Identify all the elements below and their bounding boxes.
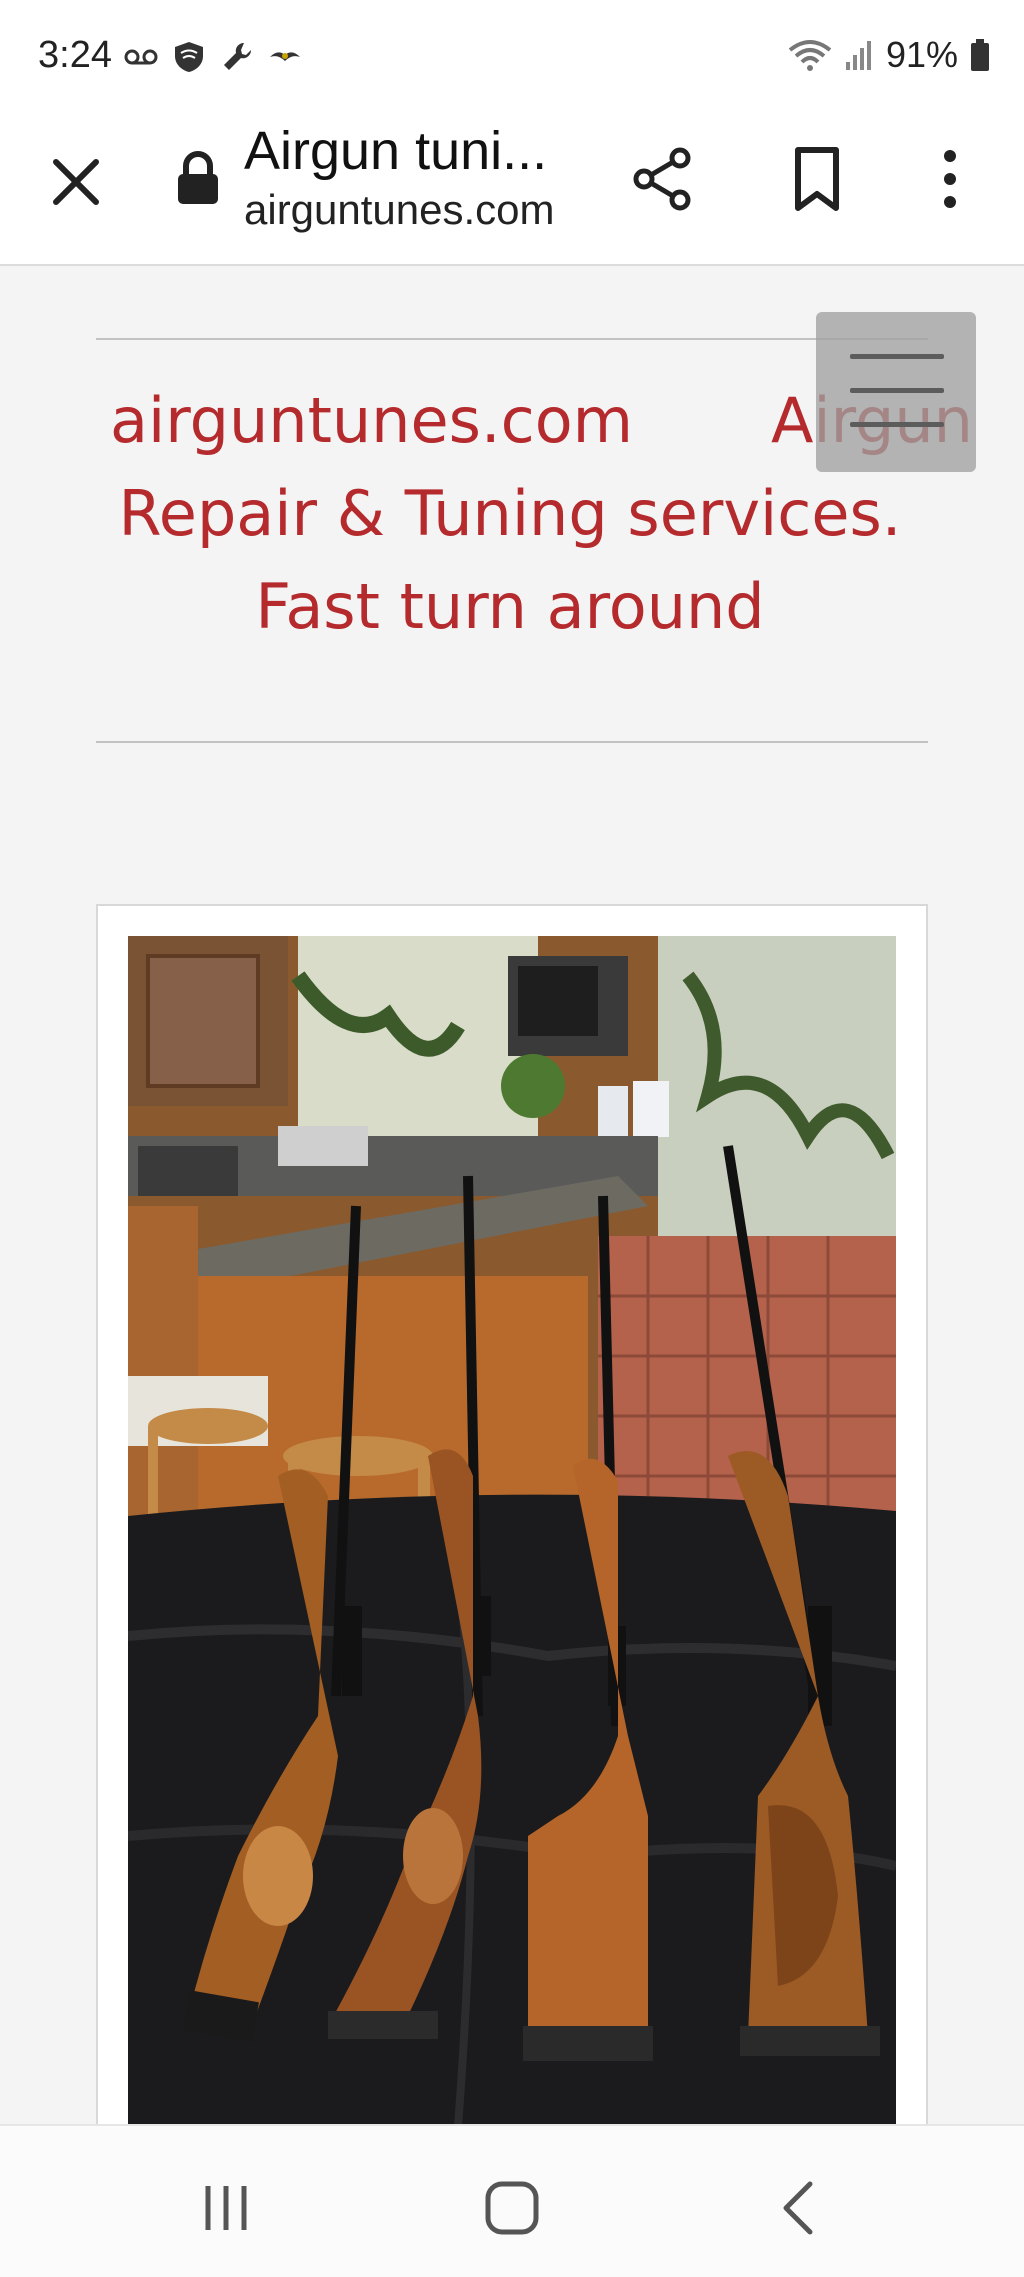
more-vert-icon[interactable] <box>920 144 980 214</box>
lock-icon[interactable] <box>176 150 220 206</box>
home-icon[interactable] <box>482 2178 542 2238</box>
system-icons: 91% <box>788 34 990 76</box>
tagline-line-1: airguntunes.com Airgun <box>110 384 973 457</box>
recent-apps-icon[interactable] <box>196 2178 256 2238</box>
custom-tab-toolbar: Airgun tuni... airguntunes.com <box>0 100 1024 266</box>
menu-bar <box>850 422 944 427</box>
bookmark-icon[interactable] <box>782 144 852 214</box>
tagline-line-3: Fast turn around <box>255 570 765 643</box>
signal-icon <box>845 41 871 70</box>
divider-top <box>96 338 928 340</box>
wifi-icon <box>788 40 832 71</box>
wrench-icon <box>224 42 252 70</box>
back-icon[interactable] <box>770 2178 830 2238</box>
menu-bar <box>850 388 944 393</box>
menu-bar <box>850 354 944 359</box>
page-domain[interactable]: airguntunes.com <box>244 186 555 234</box>
status-time: 3:24 <box>38 34 112 76</box>
hamburger-menu-button[interactable] <box>816 312 976 472</box>
system-navigation-bar <box>0 2124 1024 2277</box>
close-icon[interactable] <box>44 150 108 214</box>
battery-icon <box>971 39 989 71</box>
site-tagline: airguntunes.com Airgun Repair & Tuning s… <box>110 374 973 653</box>
rifles-photo[interactable] <box>128 936 896 2124</box>
photo-frame <box>96 904 928 2124</box>
web-page-content: airguntunes.com Airgun Repair & Tuning s… <box>0 266 1024 2124</box>
notification-icons <box>124 40 302 74</box>
tagline-line-2: Repair & Tuning services. <box>118 477 902 550</box>
voicemail-icon <box>124 49 158 65</box>
status-bar: 3:24 91% <box>0 0 1024 100</box>
battery-percentage: 91% <box>885 34 958 75</box>
page-title[interactable]: Airgun tuni... <box>244 120 547 182</box>
divider-bottom <box>96 741 928 743</box>
share-icon[interactable] <box>628 144 698 214</box>
shield-icon <box>175 42 203 72</box>
bird-icon <box>270 52 300 61</box>
